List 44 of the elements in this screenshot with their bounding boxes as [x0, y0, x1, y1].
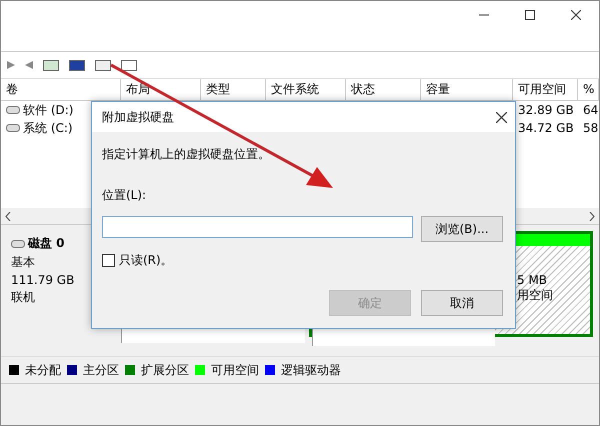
legend-label: 可用空间 [211, 362, 259, 378]
drive-icon [6, 124, 20, 132]
dialog-title: 附加虚拟硬盘 [102, 108, 174, 126]
forward-icon[interactable] [25, 61, 33, 69]
column-header[interactable]: 文件系统 [266, 79, 346, 100]
legend-label: 未分配 [25, 362, 61, 378]
location-label: 位置(L): [102, 187, 148, 204]
cancel-button[interactable]: 取消 [421, 290, 503, 316]
toolbar-icon[interactable] [69, 60, 85, 70]
table-cell-text: 64 [582, 103, 599, 117]
volume-name: 系统 (C:) [23, 120, 73, 136]
chevron-left-icon[interactable] [5, 212, 11, 220]
toolbar-icon[interactable] [121, 60, 137, 70]
free-label: 用空间 [517, 287, 554, 304]
free-size: 5 MB [517, 273, 548, 287]
toolbar-icon[interactable] [43, 60, 59, 70]
disk-size: 111.79 GB [11, 273, 76, 287]
toolbar-icon[interactable] [95, 60, 111, 70]
disk-name: 磁盘 0 [28, 235, 65, 252]
maximize-icon[interactable] [525, 10, 535, 20]
close-icon[interactable] [496, 112, 507, 122]
location-field[interactable] [102, 216, 413, 238]
column-header[interactable]: 状态 [346, 79, 421, 100]
drive-icon [6, 106, 20, 114]
table-cell-text: 34.72 GB [517, 121, 575, 135]
table-cell-text: 32.89 GB [517, 103, 575, 117]
column-header[interactable]: 可用空间 [513, 79, 578, 100]
legend-label: 扩展分区 [141, 362, 189, 378]
browse-button[interactable]: 浏览(B)... [421, 216, 503, 242]
legend-label: 逻辑驱动器 [281, 362, 341, 378]
column-header[interactable]: 容量 [421, 79, 513, 100]
column-header[interactable]: 类型 [201, 79, 266, 100]
back-icon[interactable] [7, 61, 15, 69]
column-header[interactable]: 卷 [1, 79, 121, 100]
volume-name: 软件 (D:) [23, 102, 74, 118]
close-icon[interactable] [571, 10, 581, 20]
chevron-right-icon[interactable] [589, 212, 595, 220]
legend-label: 主分区 [83, 362, 119, 378]
disk-status: 联机 [11, 289, 36, 306]
instruction-text: 指定计算机上的虚拟硬盘位置。 [102, 146, 271, 163]
disk-type: 基本 [11, 254, 36, 271]
table-cell-text: 58 [582, 121, 599, 135]
column-header[interactable]: % [578, 79, 599, 100]
drive-icon [11, 240, 25, 248]
